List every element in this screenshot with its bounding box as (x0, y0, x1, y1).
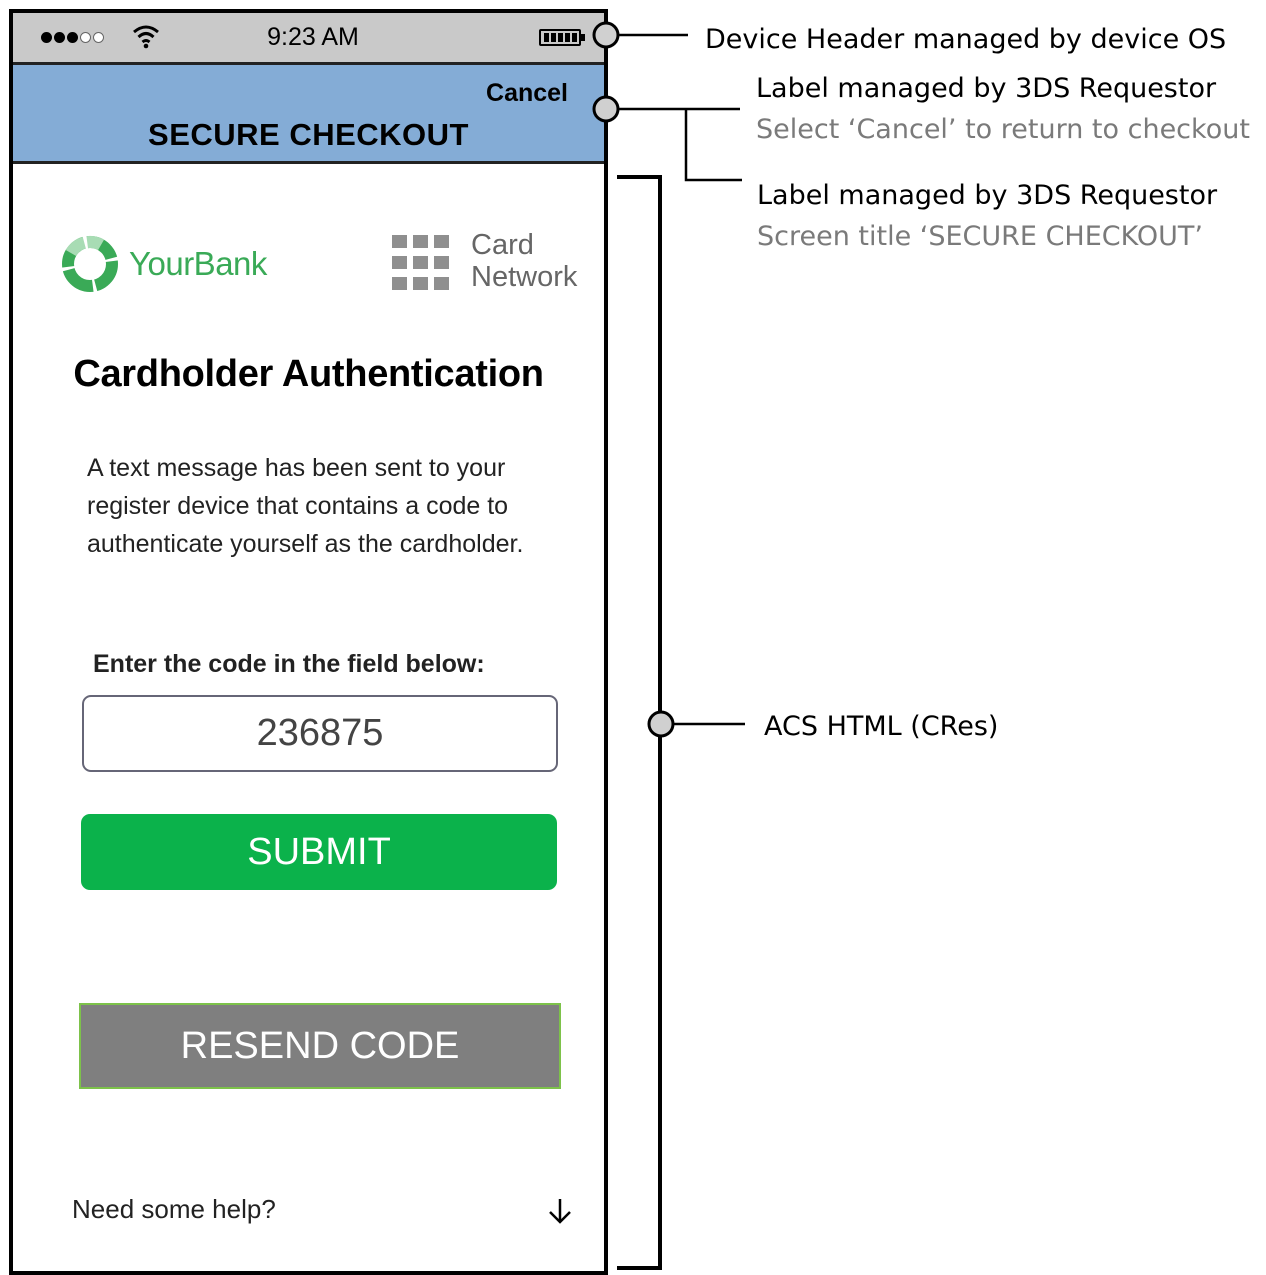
annotation-acs-html-text: ACS HTML (CRes) (764, 711, 999, 742)
device-header-marker (592, 21, 620, 49)
annotation-acs-html: ACS HTML (CRes) (764, 706, 998, 747)
screen-title-leader (684, 109, 742, 182)
acs-html-marker (647, 710, 675, 738)
annotation-screen-title-subtitle: Screen title ‘SECURE CHECKOUT’ (757, 221, 1203, 252)
annotation-cancel-title: Label managed by 3DS Requestor (756, 73, 1217, 104)
header-label-marker (592, 95, 620, 123)
annotation-screen-title: Label managed by 3DS Requestor Screen ti… (757, 175, 1217, 257)
annotation-cancel-label: Label managed by 3DS Requestor Select ‘C… (756, 68, 1250, 150)
annotation-cancel-subtitle: Select ‘Cancel’ to return to checkout (756, 114, 1250, 145)
annotation-screen-title-title: Label managed by 3DS Requestor (757, 180, 1218, 211)
annotation-device-header: Device Header managed by device OS (705, 19, 1226, 60)
annotation-device-header-text: Device Header managed by device OS (705, 24, 1227, 55)
